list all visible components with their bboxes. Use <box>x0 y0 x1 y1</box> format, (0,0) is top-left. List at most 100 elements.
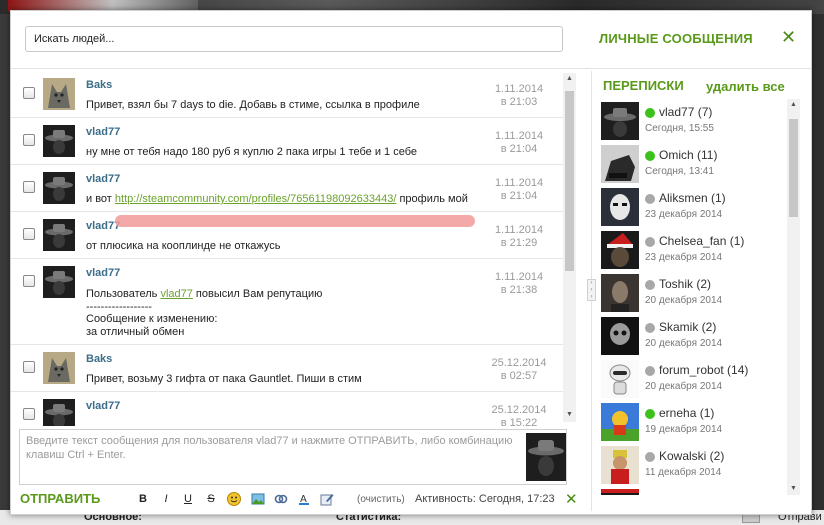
conversation-item[interactable]: vlad77 (7) Сегодня, 15:55 <box>597 99 797 142</box>
message-checkbox[interactable] <box>23 228 35 240</box>
scroll-up-icon[interactable]: ▲ <box>566 75 573 83</box>
conversation-item[interactable]: Omich (11) Сегодня, 13:41 <box>597 142 797 185</box>
message-checkbox[interactable] <box>23 181 35 193</box>
conversation-item[interactable] <box>597 486 797 495</box>
avatar-wolf-icon[interactable] <box>43 352 75 384</box>
close-compose-icon[interactable]: ✕ <box>565 490 578 508</box>
conversations-title: ПЕРЕПИСКИ <box>603 78 684 93</box>
online-status-icon <box>645 108 655 118</box>
message-text: от плюсика на кооплинде не откажусь <box>86 240 281 252</box>
avatar-santa-icon <box>601 231 639 269</box>
message-list: Baks Привет, взял бы 7 days to die. Доба… <box>11 71 579 426</box>
message-author[interactable]: vlad77 <box>86 173 120 185</box>
message-author[interactable]: vlad77 <box>86 400 120 412</box>
avatar-cowboy-icon <box>601 102 639 140</box>
message-checkbox[interactable] <box>23 87 35 99</box>
conversation-name: forum_robot (14) <box>659 363 749 377</box>
message-date: 1.11.2014 <box>494 224 544 236</box>
message-text-line: Сообщение к изменению: <box>86 313 218 325</box>
message-author[interactable]: vlad77 <box>86 267 120 279</box>
message-text: ну мне от тебя надо 180 руб я куплю 2 па… <box>86 146 417 158</box>
message-item: Baks Привет, взял бы 7 days to die. Доба… <box>11 71 563 118</box>
compose-toolbar: ОТПРАВИТЬ B I U S A (очистить) Активност… <box>11 487 591 513</box>
message-time: в 21:38 <box>500 284 538 296</box>
avatar-soldier-icon <box>601 145 639 183</box>
link-icon[interactable] <box>274 492 288 506</box>
conversation-item[interactable]: Kowalski (2) 11 декабря 2014 <box>597 443 797 486</box>
conversation-name: erneha (1) <box>659 406 715 420</box>
conversation-scroll-thumb[interactable] <box>789 119 798 217</box>
private-messages-modal: Искать людей... ЛИЧНЫЕ СООБЩЕНИЯ ✕ Baks … <box>10 10 812 515</box>
message-author[interactable]: Baks <box>86 353 112 365</box>
text-color-icon[interactable]: A <box>297 492 311 506</box>
smiley-icon[interactable] <box>227 492 241 506</box>
message-date: 1.11.2014 <box>494 130 544 142</box>
message-checkbox[interactable] <box>23 361 35 373</box>
bold-button[interactable]: B <box>136 493 150 505</box>
conversation-date: Сегодня, 13:41 <box>645 166 714 177</box>
conversation-name: Chelsea_fan (1) <box>659 234 745 248</box>
scroll-down-icon[interactable]: ▼ <box>790 485 797 493</box>
delete-all-link[interactable]: удалить все <box>706 79 785 94</box>
message-item: vlad77 ну мне от тебя надо 180 руб я куп… <box>11 118 563 165</box>
conversation-item[interactable]: Toshik (2) 20 декабря 2014 <box>597 271 797 314</box>
underline-button[interactable]: U <box>181 493 195 505</box>
message-date: 1.11.2014 <box>494 83 544 95</box>
modal-title: ЛИЧНЫЕ СООБЩЕНИЯ <box>599 31 753 46</box>
message-author[interactable]: vlad77 <box>86 126 120 138</box>
avatar-cowboy-icon[interactable] <box>43 172 75 204</box>
strikethrough-button[interactable]: S <box>204 493 218 505</box>
avatar-wolf-icon[interactable] <box>43 78 75 110</box>
avatar-cowboy-icon[interactable] <box>43 266 75 298</box>
message-author[interactable]: Baks <box>86 79 112 91</box>
conversation-date: 20 декабря 2014 <box>645 338 723 349</box>
image-icon[interactable] <box>251 492 265 506</box>
message-checkbox[interactable] <box>23 408 35 420</box>
conversation-scrollbar[interactable]: ▲ ▼ <box>787 99 800 495</box>
message-time: в 21:04 <box>500 190 538 202</box>
conversation-date: 19 декабря 2014 <box>645 424 723 435</box>
scroll-up-icon[interactable]: ▲ <box>790 101 797 109</box>
user-link[interactable]: vlad77 <box>160 288 192 300</box>
resize-handle[interactable]: › › › <box>587 279 596 301</box>
avatar-cowboy-icon[interactable] <box>43 219 75 251</box>
message-date: 25.12.2014 <box>491 404 547 416</box>
message-input[interactable]: Введите текст сообщения для пользователя… <box>19 429 567 485</box>
conversation-name: Skamik (2) <box>659 320 717 334</box>
close-icon[interactable]: ✕ <box>781 27 796 47</box>
italic-button[interactable]: I <box>159 493 173 505</box>
conversation-item[interactable]: Skamik (2) 20 декабря 2014 <box>597 314 797 357</box>
people-search-input[interactable]: Искать людей... <box>25 26 563 52</box>
edit-icon[interactable] <box>320 492 334 506</box>
message-scroll-thumb[interactable] <box>565 91 574 271</box>
conversation-date: 23 декабря 2014 <box>645 252 723 263</box>
message-text: Привет, возьму 3 гифта от пака Gauntlet.… <box>86 373 362 385</box>
avatar-robot-icon <box>601 360 639 398</box>
message-checkbox[interactable] <box>23 134 35 146</box>
offline-status-icon <box>645 280 655 290</box>
message-scrollbar[interactable]: ▲ ▼ <box>563 73 576 422</box>
conversation-item[interactable]: erneha (1) 19 декабря 2014 <box>597 400 797 443</box>
offline-status-icon <box>645 366 655 376</box>
message-item: vlad77 25.12.2014 в 15:22 <box>11 392 563 426</box>
message-checkbox[interactable] <box>23 275 35 287</box>
conversation-name: Aliksmen (1) <box>659 191 726 205</box>
conversation-item[interactable]: Aliksmen (1) 23 декабря 2014 <box>597 185 797 228</box>
avatar-cowboy-icon[interactable] <box>43 399 75 426</box>
message-date: 25.12.2014 <box>491 357 547 369</box>
message-time: в 15:22 <box>500 417 538 426</box>
conversation-item[interactable]: forum_robot (14) 20 декабря 2014 <box>597 357 797 400</box>
conversation-name: Toshik (2) <box>659 277 712 291</box>
avatar-skull-icon <box>601 317 639 355</box>
avatar-mask-icon <box>601 188 639 226</box>
conversation-date: 20 декабря 2014 <box>645 381 723 392</box>
send-button[interactable]: ОТПРАВИТЬ <box>20 491 100 506</box>
conversation-item[interactable]: Chelsea_fan (1) 23 декабря 2014 <box>597 228 797 271</box>
scroll-down-icon[interactable]: ▼ <box>566 411 573 419</box>
offline-status-icon <box>645 237 655 247</box>
clear-button[interactable]: (очистить) <box>357 494 405 505</box>
conversation-date: 20 декабря 2014 <box>645 295 723 306</box>
steam-profile-link[interactable]: http://steamcommunity.com/profiles/76561… <box>115 193 396 205</box>
avatar-cowboy-icon[interactable] <box>43 125 75 157</box>
message-date: 1.11.2014 <box>494 271 544 283</box>
